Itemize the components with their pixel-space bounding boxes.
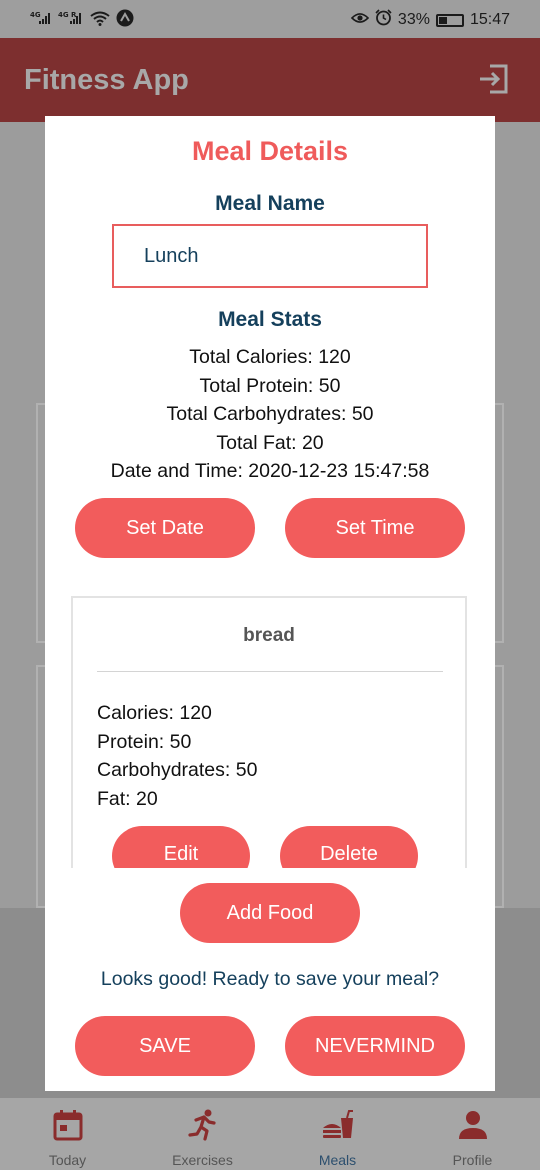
total-protein: Total Protein: 50 (199, 374, 341, 397)
meal-stats-label: Meal Stats (218, 308, 322, 331)
signal-icon-1: 4G (30, 11, 52, 27)
nav-item-today[interactable]: Today (0, 1098, 135, 1170)
set-time-button[interactable]: Set Time (285, 498, 465, 558)
logout-icon[interactable] (478, 64, 508, 94)
food-carbohydrates: Carbohydrates: 50 (97, 759, 258, 781)
alarm-icon (375, 9, 392, 31)
app-bar: Fitness App (0, 38, 540, 122)
meal-stats: Total Calories: 120 Total Protein: 50 To… (45, 343, 495, 486)
meal-name-label: Meal Name (215, 192, 325, 215)
nav-label-meals: Meals (318, 1152, 357, 1168)
nav-label-today: Today (48, 1152, 87, 1168)
set-date-button[interactable]: Set Date (75, 498, 255, 558)
food-list[interactable]: bread Calories: 120 Protein: 50 Carbohyd… (71, 594, 469, 868)
status-icons-right: 33% 15:47 (350, 9, 510, 31)
edit-food-button[interactable]: Edit (112, 826, 250, 868)
food-calories: Calories: 120 (97, 702, 212, 724)
status-bar: 4G 4G R 33% 15:47 (0, 0, 540, 38)
save-prompt: Looks good! Ready to save your meal? (100, 968, 440, 990)
running-icon (187, 1109, 216, 1141)
nav-item-meals[interactable]: Meals (270, 1098, 405, 1170)
delete-food-button[interactable]: Delete (280, 826, 418, 868)
signal-icon-2: 4G R (58, 11, 84, 27)
clock: 15:47 (469, 11, 510, 28)
svg-text:4G R: 4G R (58, 11, 77, 19)
total-fat: Total Fat: 20 (216, 431, 324, 454)
calendar-icon (53, 1110, 82, 1141)
eye-icon (350, 11, 370, 29)
total-carbohydrates: Total Carbohydrates: 50 (166, 403, 374, 425)
nav-label-exercises: Exercises (172, 1152, 233, 1168)
meal-details-dialog: Meal Details Meal Name Meal Stats Total … (45, 116, 495, 1091)
food-stats: Calories: 120 Protein: 50 Carbohydrates:… (97, 699, 257, 813)
app-title: Fitness App (24, 64, 189, 96)
food-fat: Fat: 20 (97, 787, 158, 810)
battery-percent: 33% (397, 11, 430, 28)
fastfood-icon (322, 1110, 353, 1138)
svg-text:4G: 4G (30, 11, 41, 19)
nav-label-profile: Profile (452, 1152, 493, 1168)
bottom-nav: Today Exercises Meals Profile (0, 1098, 540, 1170)
food-name: bread (243, 625, 295, 646)
nevermind-button[interactable]: NEVERMIND (285, 1016, 465, 1076)
food-divider (97, 671, 443, 672)
food-card: bread Calories: 120 Protein: 50 Carbohyd… (71, 596, 467, 868)
total-calories: Total Calories: 120 (189, 346, 351, 368)
save-button[interactable]: SAVE (75, 1016, 255, 1076)
meal-name-input[interactable] (112, 224, 428, 288)
nav-item-profile[interactable]: Profile (405, 1098, 540, 1170)
date-and-time: Date and Time: 2020-12-23 15:47:58 (110, 460, 430, 482)
wifi-icon (90, 11, 110, 28)
app-notification-icon (116, 9, 134, 29)
battery-icon (435, 13, 464, 27)
food-protein: Protein: 50 (97, 730, 192, 753)
dialog-title: Meal Details (191, 136, 349, 166)
nav-item-exercises[interactable]: Exercises (135, 1098, 270, 1170)
person-icon (458, 1111, 487, 1139)
status-icons-left: 4G 4G R (30, 9, 134, 29)
add-food-button[interactable]: Add Food (180, 883, 360, 943)
